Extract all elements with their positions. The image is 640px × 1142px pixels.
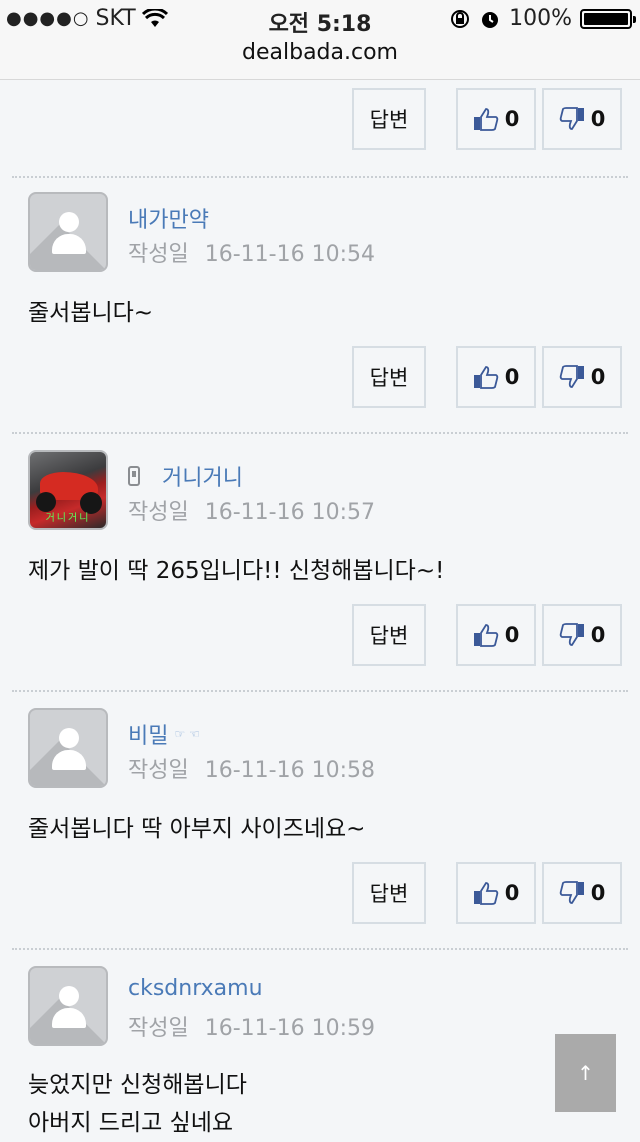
page-url[interactable]: dealbada.com xyxy=(0,40,640,65)
divider xyxy=(12,948,628,950)
date-label: 작성일 xyxy=(128,242,189,267)
dislike-count: 0 xyxy=(590,107,606,131)
rotation-lock-icon xyxy=(451,9,470,28)
like-count: 0 xyxy=(504,107,520,131)
comment-author[interactable]: 내가만약 xyxy=(128,202,209,234)
author-name[interactable]: cksdnrxamu xyxy=(128,976,263,1001)
comment-text: 제가 발이 딱 265입니다!! 신청해봅니다~! xyxy=(28,558,445,584)
alarm-icon xyxy=(482,11,499,28)
dislike-count: 0 xyxy=(590,881,606,905)
reply-button[interactable]: 답변 xyxy=(352,88,426,150)
comment-text: 줄서봅니다~ xyxy=(28,300,154,326)
thumbs-up-icon xyxy=(473,366,498,389)
dislike-button[interactable]: 0 xyxy=(542,88,622,150)
status-bar: ●●●●○ SKT 오전 5:18 100% dealbada.com xyxy=(0,0,640,80)
avatar[interactable] xyxy=(28,192,108,272)
dislike-button[interactable]: 0 xyxy=(542,346,622,408)
like-button[interactable]: 0 xyxy=(456,604,536,666)
comment-actions: 답변 0 0 xyxy=(352,88,622,150)
comment-actions: 답변 0 0 xyxy=(352,862,622,924)
comment-date: 16-11-16 10:57 xyxy=(204,500,375,525)
avatar[interactable] xyxy=(28,966,108,1046)
pointing-hands-icon: ☞ ☜ xyxy=(174,727,200,741)
date-label: 작성일 xyxy=(128,758,189,783)
divider xyxy=(12,432,628,434)
thumbs-up-icon xyxy=(473,108,498,131)
comment-meta: 작성일 16-11-16 10:59 xyxy=(128,1010,375,1042)
comment-meta: 작성일 16-11-16 10:58 xyxy=(128,752,375,784)
dislike-button[interactable]: 0 xyxy=(542,862,622,924)
author-name[interactable]: 비밀 xyxy=(128,718,168,750)
like-button[interactable]: 0 xyxy=(456,862,536,924)
avatar-caption: 거니거니 xyxy=(45,513,91,524)
reply-button[interactable]: 답변 xyxy=(352,604,426,666)
comment-date: 16-11-16 10:59 xyxy=(204,1016,375,1041)
date-label: 작성일 xyxy=(128,500,189,525)
comment-text: 늦었지만 신청해봅니다 아버지 드리고 싶네요 xyxy=(28,1066,247,1142)
comment-meta: 작성일 16-11-16 10:57 xyxy=(128,494,375,526)
reply-button[interactable]: 답변 xyxy=(352,862,426,924)
divider xyxy=(12,176,628,178)
comment-author[interactable]: cksdnrxamu xyxy=(128,976,263,1001)
thumbs-down-icon xyxy=(559,881,584,904)
divider xyxy=(12,690,628,692)
comment-author[interactable]: 비밀 ☞ ☜ xyxy=(128,718,200,750)
comment-text-line: 아버지 드리고 싶네요 xyxy=(28,1110,234,1136)
comment-author[interactable]: 거니거니 xyxy=(128,460,243,492)
like-button[interactable]: 0 xyxy=(456,346,536,408)
thumbs-down-icon xyxy=(559,107,584,130)
like-count: 0 xyxy=(504,623,520,647)
like-button[interactable]: 0 xyxy=(456,88,536,150)
battery-icon xyxy=(580,8,636,29)
reply-button[interactable]: 답변 xyxy=(352,346,426,408)
status-right: 100% xyxy=(449,6,636,31)
comment-actions: 답변 0 0 xyxy=(352,604,622,666)
thumbs-up-icon xyxy=(473,882,498,905)
mobile-phone-icon xyxy=(128,466,140,486)
scroll-to-top-button[interactable]: ↑ xyxy=(555,1034,616,1112)
battery-percent: 100% xyxy=(509,6,572,31)
comment-actions: 답변 0 0 xyxy=(352,346,622,408)
thumbs-up-icon xyxy=(473,624,498,647)
author-name[interactable]: 내가만약 xyxy=(128,202,209,234)
comment-date: 16-11-16 10:58 xyxy=(204,758,375,783)
like-count: 0 xyxy=(504,365,520,389)
author-name[interactable]: 거니거니 xyxy=(162,460,243,492)
avatar-photo[interactable]: 거니거니 xyxy=(28,450,108,530)
dislike-count: 0 xyxy=(590,365,606,389)
comment-meta: 작성일 16-11-16 10:54 xyxy=(128,236,375,268)
comment-date: 16-11-16 10:54 xyxy=(204,242,375,267)
comment-text-line: 늦었지만 신청해봅니다 xyxy=(28,1072,247,1098)
date-label: 작성일 xyxy=(128,1016,189,1041)
comment-text: 줄서봅니다 딱 아부지 사이즈네요~ xyxy=(28,816,366,842)
thumbs-down-icon xyxy=(559,365,584,388)
avatar[interactable] xyxy=(28,708,108,788)
dislike-count: 0 xyxy=(590,623,606,647)
like-count: 0 xyxy=(504,881,520,905)
thumbs-down-icon xyxy=(559,623,584,646)
dislike-button[interactable]: 0 xyxy=(542,604,622,666)
